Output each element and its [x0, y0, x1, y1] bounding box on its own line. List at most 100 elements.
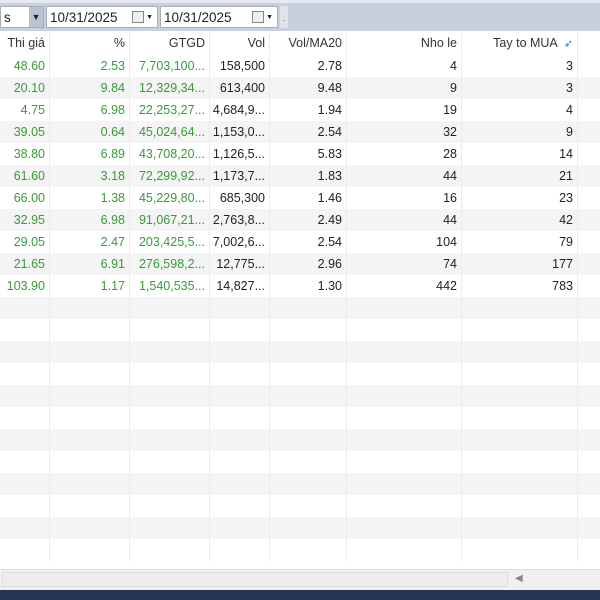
cell-vol: [210, 407, 270, 429]
cell-value: [130, 407, 210, 429]
cell-vol: 1,126,5...: [210, 143, 270, 165]
cell-big-buy: [462, 495, 578, 517]
empty-row[interactable]: [0, 319, 600, 341]
empty-row[interactable]: [0, 341, 600, 363]
cell-big-buy: [462, 517, 578, 539]
empty-row[interactable]: [0, 539, 600, 561]
filter-value: s: [4, 9, 11, 25]
cell-empty: [578, 143, 600, 165]
chevron-down-icon[interactable]: ▼: [29, 7, 43, 27]
cell-percent: [50, 473, 130, 495]
cell-big-buy: 177: [462, 253, 578, 275]
cell-price: 20.10: [0, 77, 50, 99]
cell-empty: [578, 253, 600, 275]
cell-big-buy: [462, 363, 578, 385]
empty-row[interactable]: [0, 517, 600, 539]
cell-price: 21.65: [0, 253, 50, 275]
table-row[interactable]: 20.10 9.84 12,329,34... 613,400 9.48 9 3: [0, 77, 600, 99]
cell-vol-ma20: [270, 385, 347, 407]
cell-value: 203,425,5...: [130, 231, 210, 253]
cell-vol: [210, 363, 270, 385]
toolbar-overflow-grip[interactable]: .: [280, 6, 288, 28]
table-row[interactable]: 32.95 6.98 91,067,21... 2,763,8... 2.49 44 42: [0, 209, 600, 231]
cell-price: 32.95: [0, 209, 50, 231]
cell-empty: [578, 231, 600, 253]
date-from-picker[interactable]: 10/31/2025 ▼: [46, 6, 158, 28]
col-header-percent[interactable]: %: [50, 31, 130, 55]
date-to-picker[interactable]: 10/31/2025 ▼: [160, 6, 278, 28]
empty-row[interactable]: [0, 407, 600, 429]
table-row[interactable]: 48.60 2.53 7,703,100... 158,500 2.78 4 3: [0, 55, 600, 77]
cell-odd-lot: [347, 429, 462, 451]
chevron-down-icon[interactable]: ▼: [146, 14, 153, 21]
cell-big-buy: 23: [462, 187, 578, 209]
cell-percent: 2.47: [50, 231, 130, 253]
cell-vol-ma20: 9.48: [270, 77, 347, 99]
cell-odd-lot: 9: [347, 77, 462, 99]
table-row[interactable]: 29.05 2.47 203,425,5... 7,002,6... 2.54 104 79: [0, 231, 600, 253]
cell-odd-lot: 4: [347, 55, 462, 77]
cell-big-buy: 21: [462, 165, 578, 187]
table-row[interactable]: 39.05 0.64 45,024,64... 1,153,0... 2.54 32 9: [0, 121, 600, 143]
cell-big-buy: [462, 473, 578, 495]
cell-odd-lot: [347, 363, 462, 385]
col-header-price[interactable]: Thi giá: [0, 31, 50, 55]
table-row[interactable]: 38.80 6.89 43,708,20... 1,126,5... 5.83 28 14: [0, 143, 600, 165]
table-row[interactable]: 21.65 6.91 276,598,2... 12,775... 2.96 74 177: [0, 253, 600, 275]
cell-vol-ma20: 1.46: [270, 187, 347, 209]
cell-empty: [578, 363, 600, 385]
cell-value: 43,708,20...: [130, 143, 210, 165]
table-row[interactable]: 103.90 1.17 1,540,535... 14,827... 1.30 442 78…: [0, 275, 600, 297]
cell-vol: 7,002,6...: [210, 231, 270, 253]
sort-icon: ➶: [563, 37, 573, 50]
table-row[interactable]: 61.60 3.18 72,299,92... 1,173,7... 1.83 44 21: [0, 165, 600, 187]
cell-empty: [578, 517, 600, 539]
col-header-big-buy-label: Tay to MUA: [493, 36, 558, 50]
calendar-icon[interactable]: [252, 11, 265, 23]
cell-vol-ma20: 2.49: [270, 209, 347, 231]
empty-row[interactable]: [0, 297, 600, 319]
chevron-down-icon[interactable]: ▼: [266, 14, 273, 21]
cell-vol: [210, 539, 270, 561]
cell-odd-lot: 442: [347, 275, 462, 297]
cell-odd-lot: 28: [347, 143, 462, 165]
col-header-odd-lot[interactable]: Nho le: [347, 31, 462, 55]
calendar-icon[interactable]: [132, 11, 145, 23]
cell-vol: [210, 297, 270, 319]
cell-vol-ma20: 2.78: [270, 55, 347, 77]
empty-row[interactable]: [0, 363, 600, 385]
cell-price: 61.60: [0, 165, 50, 187]
cell-percent: [50, 385, 130, 407]
empty-row[interactable]: [0, 473, 600, 495]
col-header-vol-ma20[interactable]: Vol/MA20: [270, 31, 347, 55]
col-header-value[interactable]: GTGD: [130, 31, 210, 55]
cell-vol: 1,173,7...: [210, 165, 270, 187]
cell-value: [130, 473, 210, 495]
empty-row[interactable]: [0, 451, 600, 473]
cell-percent: 6.91: [50, 253, 130, 275]
cell-percent: [50, 363, 130, 385]
cell-value: 45,024,64...: [130, 121, 210, 143]
cell-percent: 1.17: [50, 275, 130, 297]
cell-empty: [578, 209, 600, 231]
horizontal-scrollbar[interactable]: ◀: [0, 569, 600, 590]
table-row[interactable]: 66.00 1.38 45,229,80... 685,300 1.46 16 23: [0, 187, 600, 209]
cell-vol-ma20: 2.96: [270, 253, 347, 275]
scrollbar-thumb[interactable]: [2, 572, 508, 587]
scroll-left-icon[interactable]: ◀: [515, 573, 523, 584]
empty-row[interactable]: [0, 385, 600, 407]
table-row[interactable]: 4.75 6.98 22,253,27... 4,684,9... 1.94 19 4: [0, 99, 600, 121]
col-header-empty: [578, 31, 600, 55]
cell-value: 12,329,34...: [130, 77, 210, 99]
filter-dropdown[interactable]: s ▼: [0, 6, 44, 28]
cell-value: 7,703,100...: [130, 55, 210, 77]
cell-odd-lot: 74: [347, 253, 462, 275]
empty-row[interactable]: [0, 429, 600, 451]
col-header-vol[interactable]: Vol: [210, 31, 270, 55]
col-header-big-buy[interactable]: Tay to MUA ➶: [462, 31, 578, 55]
cell-empty: [578, 319, 600, 341]
cell-value: [130, 451, 210, 473]
cell-vol: 2,763,8...: [210, 209, 270, 231]
cell-price: [0, 385, 50, 407]
empty-row[interactable]: [0, 495, 600, 517]
